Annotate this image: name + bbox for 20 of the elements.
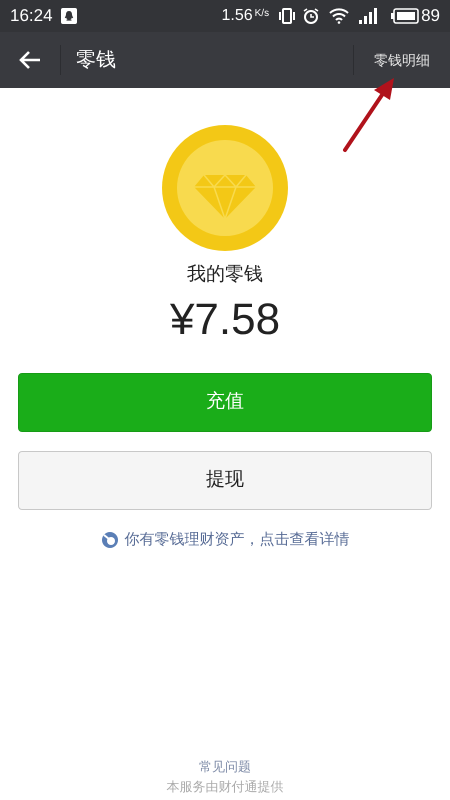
diamond-coin-icon bbox=[162, 125, 288, 251]
clock: 16:24 bbox=[10, 5, 53, 28]
page-title: 零钱 bbox=[76, 48, 116, 73]
service-note: 本服务由财付通提供 bbox=[166, 778, 284, 796]
wifi-icon bbox=[329, 8, 350, 24]
network-speed: 1.56 bbox=[221, 6, 253, 26]
faq-link[interactable]: 常见问题 bbox=[199, 757, 251, 776]
battery-level: 89 bbox=[421, 5, 440, 28]
balance-amount: ¥7.58 bbox=[170, 294, 280, 346]
recharge-button[interactable]: 充值 bbox=[18, 372, 432, 432]
wealth-link[interactable]: 你有零钱理财资产，点击查看详情 bbox=[124, 528, 350, 551]
alarm-icon bbox=[303, 8, 320, 24]
details-link[interactable]: 零钱明细 bbox=[354, 32, 450, 88]
speed-unit: K/s bbox=[254, 7, 270, 21]
battery-icon bbox=[391, 8, 420, 24]
wealth-icon bbox=[100, 530, 118, 549]
balance-label: 我的零钱 bbox=[187, 263, 263, 287]
vibrate-icon bbox=[279, 8, 296, 24]
withdraw-button[interactable]: 提现 bbox=[18, 450, 432, 510]
back-arrow-icon bbox=[19, 50, 41, 70]
